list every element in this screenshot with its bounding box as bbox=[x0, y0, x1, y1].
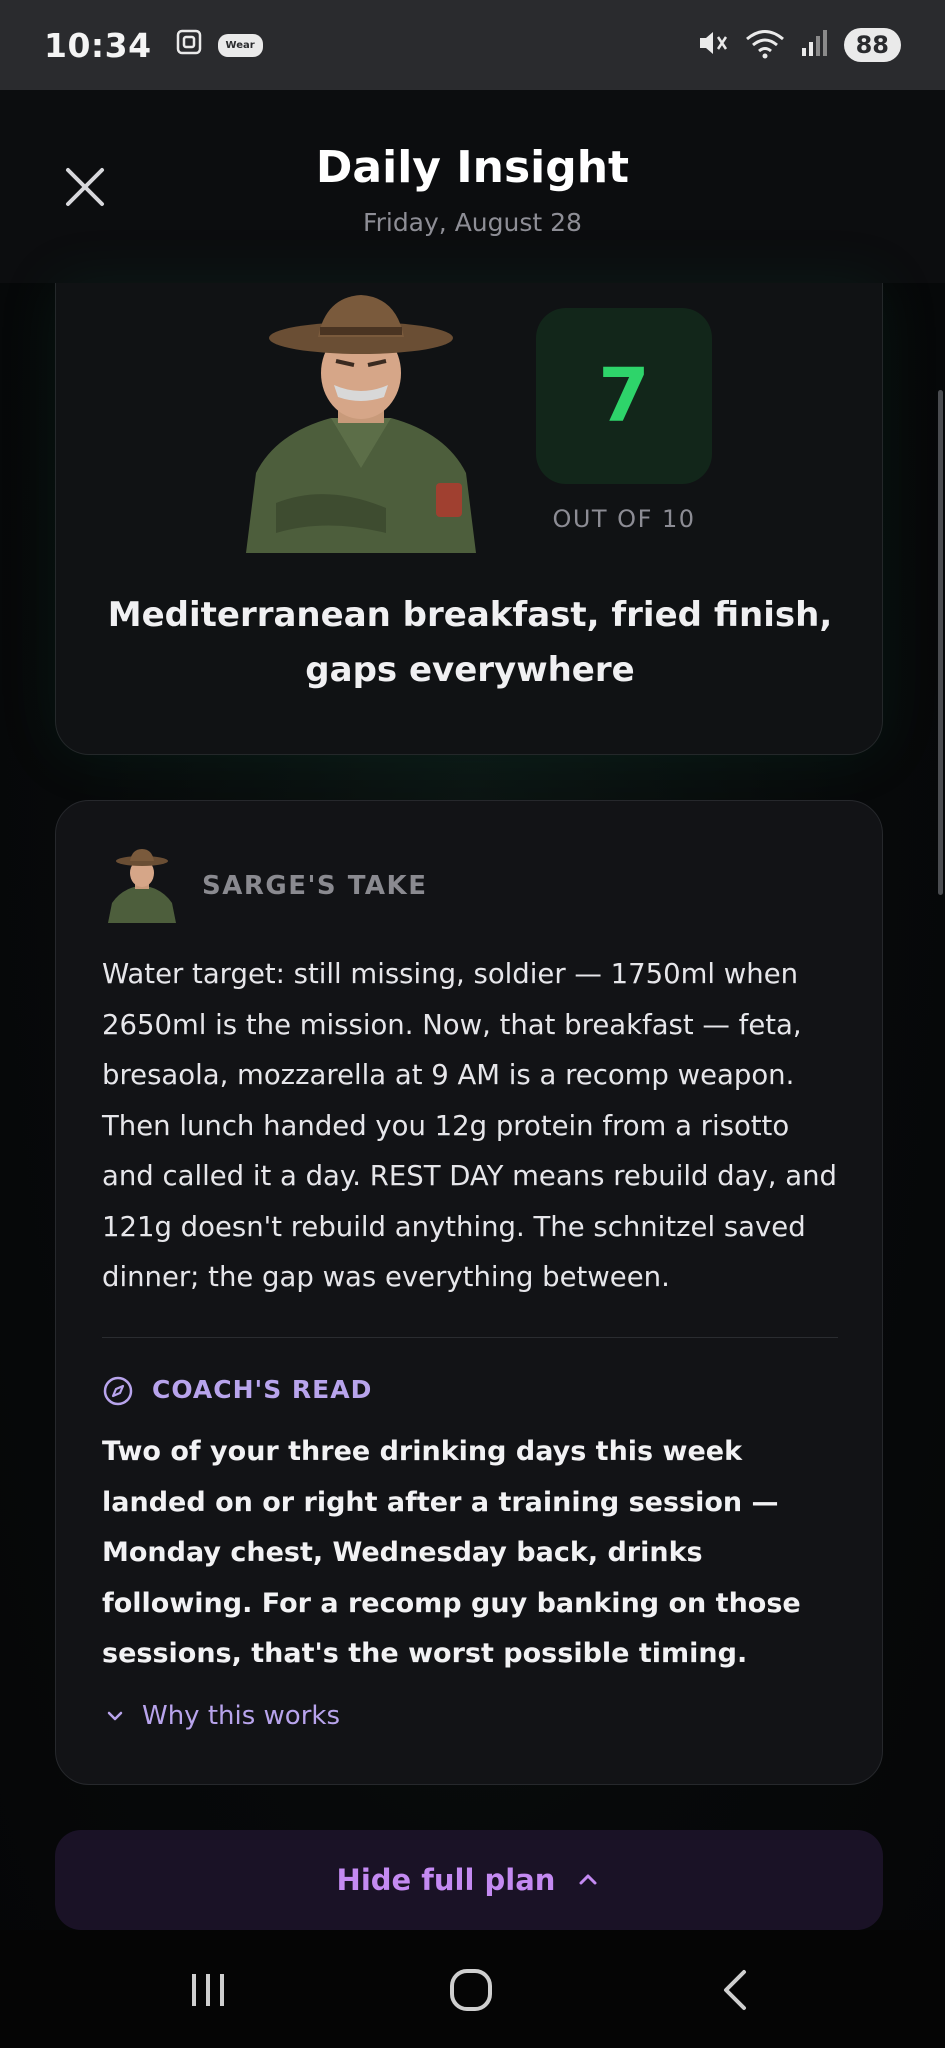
navigation-bar bbox=[0, 1930, 945, 2048]
score-box: 7 bbox=[536, 308, 712, 484]
coach-read-label: COACH'S READ bbox=[152, 1375, 373, 1404]
header: Daily Insight Friday, August 28 bbox=[0, 90, 945, 283]
hide-full-plan-label: Hide full plan bbox=[336, 1863, 556, 1897]
sarge-avatar bbox=[246, 295, 476, 553]
back-icon bbox=[724, 1970, 746, 2010]
chevron-up-icon bbox=[579, 1874, 597, 1885]
wifi-icon bbox=[744, 27, 786, 63]
scrollbar[interactable] bbox=[938, 390, 943, 895]
back-button[interactable] bbox=[706, 1960, 766, 2020]
home-button[interactable] bbox=[441, 1960, 501, 2020]
compass-icon bbox=[103, 1376, 133, 1406]
sarge-take-card: SARGE'S TAKE Water target: still missing… bbox=[55, 800, 883, 1785]
page-title: Daily Insight bbox=[315, 142, 630, 193]
status-left-icons: Wear bbox=[174, 27, 263, 64]
score-value: 7 bbox=[598, 353, 650, 439]
score-headline: Mediterranean breakfast, fried finish, g… bbox=[107, 595, 833, 690]
score-scale: OUT OF 10 bbox=[552, 505, 696, 533]
status-time: 10:34 bbox=[44, 25, 152, 65]
hide-full-plan-button[interactable]: Hide full plan bbox=[55, 1830, 883, 1930]
score-card: 7 OUT OF 10 Mediterranean breakfast, fri… bbox=[55, 283, 883, 755]
chevron-down-icon bbox=[107, 1711, 123, 1721]
battery-icon: 88 bbox=[843, 28, 901, 62]
sarge-avatar-small bbox=[108, 849, 176, 923]
screen: 10:34 Wear 88 Daily Insight Friday, Augu… bbox=[0, 0, 945, 2048]
recent-apps-icon bbox=[192, 1974, 224, 2006]
page-date: Friday, August 28 bbox=[363, 208, 582, 237]
why-this-works-toggle[interactable]: Why this works bbox=[104, 1701, 340, 1731]
divider bbox=[102, 1337, 838, 1338]
signal-icon bbox=[800, 28, 830, 62]
why-this-works-label: Why this works bbox=[142, 1701, 341, 1731]
status-right: 88 bbox=[696, 27, 901, 63]
recent-apps-button[interactable] bbox=[178, 1960, 238, 2020]
sarge-take-body: Water target: still missing, soldier — 1… bbox=[102, 958, 837, 1293]
wear-badge-icon: Wear bbox=[217, 33, 263, 57]
home-icon bbox=[450, 1969, 492, 2011]
mute-icon bbox=[696, 28, 730, 62]
sarge-take-label: SARGE'S TAKE bbox=[202, 871, 428, 901]
coach-read-body: Two of your three drinking days this wee… bbox=[102, 1436, 801, 1669]
screenshot-icon bbox=[174, 27, 204, 64]
status-bar: 10:34 Wear 88 bbox=[0, 0, 945, 90]
